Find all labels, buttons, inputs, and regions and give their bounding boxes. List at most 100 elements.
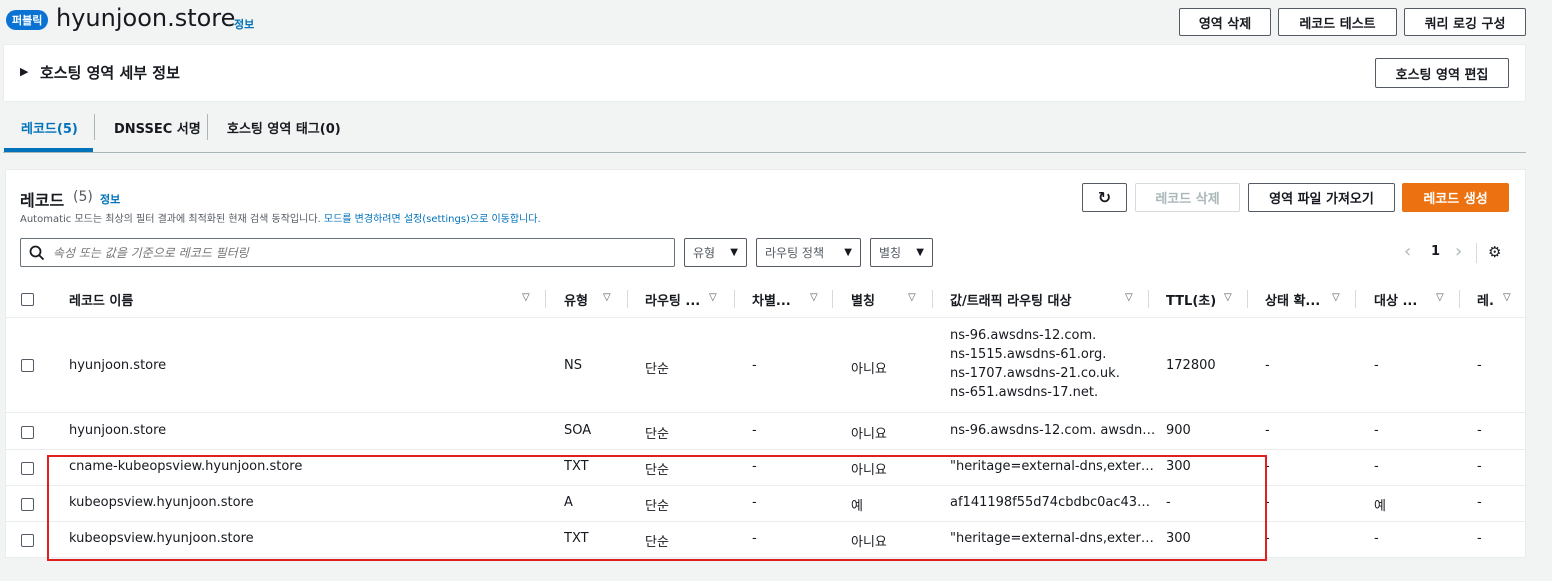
record-alias: 아니요 [851,362,887,377]
tab-divider [94,114,95,140]
record-id: - [1477,495,1482,510]
records-heading: 레코드 [20,191,65,210]
record-target: - [1374,358,1379,373]
column-header-ttl[interactable]: TTL(초) [1166,290,1216,309]
record-type: NS [564,358,582,373]
sort-icon[interactable]: ▽ [522,292,530,303]
page-number[interactable]: 1 [1431,244,1440,259]
refresh-icon: ↻ [1097,188,1112,207]
expand-caret-icon[interactable]: ▶ [20,65,28,78]
mode-description: Automatic 모드는 최상의 필터 결과에 최적화된 현재 검색 동작입니… [20,214,321,225]
column-header-target[interactable]: 대상 ... [1374,290,1417,309]
type-filter-dropdown[interactable]: 유형 ▼ [684,238,747,267]
column-header-record-id[interactable]: 레. [1477,290,1494,309]
edit-zone-button[interactable]: 호스팅 영역 편집 [1375,58,1509,88]
records-info-link[interactable]: 정보 [100,191,120,207]
tab-zone-tags[interactable]: 호스팅 영역 태그(0) [227,118,341,137]
public-badge: 퍼블릭 [6,10,49,30]
column-header-value[interactable]: 값/트래픽 라우팅 대상 [950,290,1071,309]
record-id: - [1477,358,1482,373]
tab-records[interactable]: 레코드(5) [21,118,78,137]
column-header-name[interactable]: 레코드 이름 [69,290,133,309]
record-differentiator: - [752,358,757,373]
record-routing: 단순 [645,427,669,442]
record-health: - [1265,423,1270,438]
sort-icon[interactable]: ▽ [908,292,916,303]
create-record-button[interactable]: 레코드 생성 [1402,183,1509,212]
column-header-health[interactable]: 상태 확... [1265,290,1320,309]
delete-zone-button[interactable]: 영역 삭제 [1179,8,1271,36]
search-box[interactable] [20,238,675,267]
zone-details-panel: ▶ 호스팅 영역 세부 정보 호스팅 영역 편집 [3,44,1526,102]
gear-icon[interactable]: ⚙ [1488,243,1501,261]
record-target: - [1374,423,1379,438]
value-line: ns-1707.awsdns-21.co.uk. [950,366,1120,381]
record-ttl: 900 [1166,423,1191,438]
record-target: 예 [1374,499,1386,514]
query-logging-button[interactable]: 쿼리 로깅 구성 [1404,8,1526,36]
sort-icon[interactable]: ▽ [1125,292,1133,303]
record-alias: 아니요 [851,427,887,442]
row-checkbox[interactable] [21,462,34,475]
column-header-type[interactable]: 유형 [564,290,588,309]
record-health: - [1265,358,1270,373]
record-name[interactable]: hyunjoon.store [69,423,166,438]
next-page-icon[interactable]: › [1455,241,1462,262]
value-line: ns-651.awsdns-17.net. [950,385,1099,400]
title-info-link[interactable]: 정보 [234,16,254,32]
column-divider [1355,290,1356,308]
delete-record-button[interactable]: 레코드 삭제 [1135,183,1240,212]
tab-dnssec[interactable]: DNSSEC 서명 [114,118,201,137]
prev-page-icon[interactable]: ‹ [1404,241,1411,262]
record-value: ns-96.awsdns-12.com. awsdn… [950,423,1156,438]
row-checkbox[interactable] [21,534,34,547]
select-all-checkbox[interactable] [21,293,34,306]
column-divider [1459,290,1460,308]
tabs-underline [3,152,1526,153]
record-ttl: 172800 [1166,358,1216,373]
sort-icon[interactable]: ▽ [1436,292,1444,303]
table-row[interactable]: hyunjoon.store SOA 단순 - 아니요 ns-96.awsdns… [5,412,1526,449]
column-divider [1247,290,1248,308]
import-zone-file-button[interactable]: 영역 파일 가져오기 [1248,183,1395,212]
sort-icon[interactable]: ▽ [709,292,717,303]
column-divider [832,290,833,308]
pagination-divider [1476,243,1477,263]
sort-icon[interactable]: ▽ [1503,292,1511,303]
caret-down-icon: ▼ [844,247,852,258]
records-count: (5) [73,189,93,205]
sort-icon[interactable]: ▽ [1332,292,1340,303]
column-divider [1148,290,1149,308]
row-checkbox[interactable] [21,498,34,511]
column-header-alias[interactable]: 별칭 [851,290,875,309]
record-name[interactable]: hyunjoon.store [69,358,166,373]
record-id: - [1477,459,1482,474]
search-input[interactable] [51,242,661,263]
sort-icon[interactable]: ▽ [603,292,611,303]
row-checkbox[interactable] [21,426,34,439]
sort-icon[interactable]: ▽ [1224,292,1232,303]
column-header-differentiator[interactable]: 차별... [752,290,791,309]
routing-filter-dropdown[interactable]: 라우팅 정책 ▼ [756,238,861,267]
alias-filter-dropdown[interactable]: 별칭 ▼ [870,238,933,267]
caret-down-icon: ▼ [730,247,738,258]
record-differentiator: - [752,423,757,438]
test-record-button[interactable]: 레코드 테스트 [1278,8,1397,36]
record-type: SOA [564,423,592,438]
column-header-routing[interactable]: 라우팅 ... [645,290,700,309]
column-divider [545,290,546,308]
page-title: hyunjoon.store [56,4,236,32]
column-divider [627,290,628,308]
record-id: - [1477,531,1482,546]
sort-icon[interactable]: ▽ [810,292,818,303]
table-row[interactable]: hyunjoon.store NS 단순 - 아니요 ns-96.awsdns-… [5,317,1526,412]
settings-link[interactable]: 모드를 변경하려면 설정(settings)으로 이동합니다. [324,214,541,225]
record-target: - [1374,459,1379,474]
refresh-button[interactable]: ↻ [1082,183,1127,212]
row-checkbox[interactable] [21,359,34,372]
record-value: ns-96.awsdns-12.com. ns-1515.awsdns-61.o… [950,326,1120,402]
tab-divider [207,114,208,140]
zone-details-label[interactable]: 호스팅 영역 세부 정보 [40,62,180,83]
type-filter-label: 유형 [693,246,716,260]
column-divider [734,290,735,308]
